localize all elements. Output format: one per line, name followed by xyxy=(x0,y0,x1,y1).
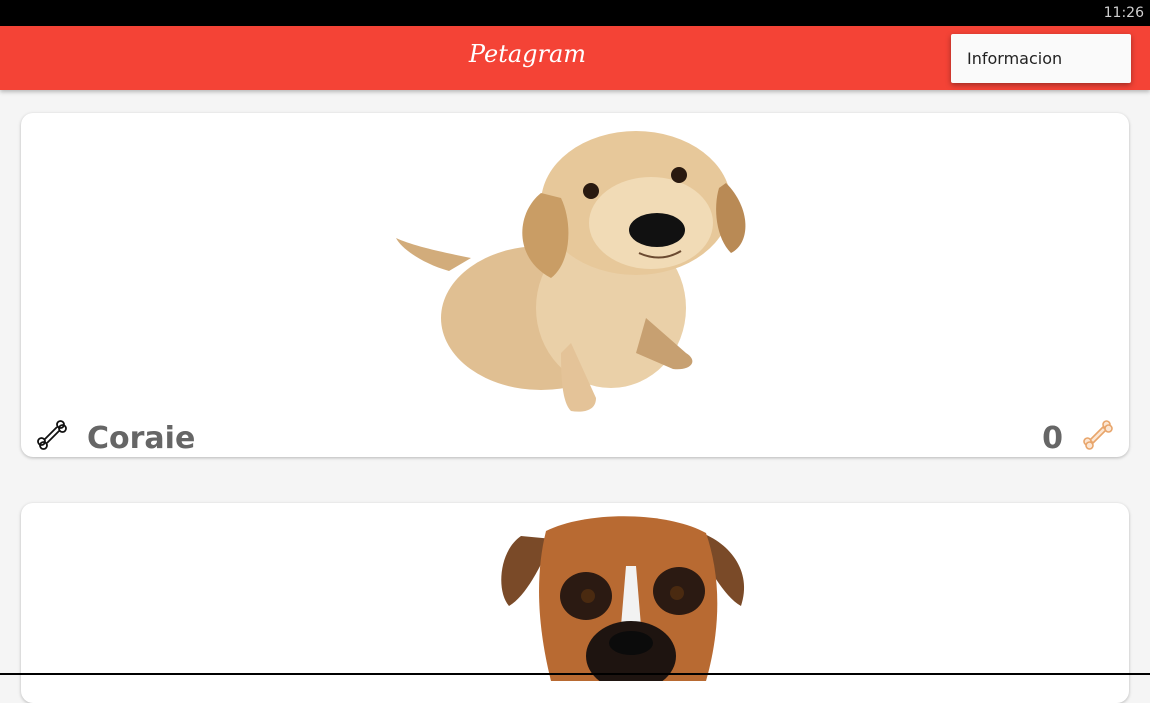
bone-outline-icon[interactable] xyxy=(35,418,69,452)
overflow-menu: Informacion xyxy=(951,34,1131,83)
pet-card: Coraie 0 xyxy=(21,113,1129,457)
like-count: 0 xyxy=(1042,421,1063,456)
pet-photo xyxy=(396,131,746,412)
app-title: Petagram xyxy=(468,40,587,68)
pet-name: Coraie xyxy=(87,421,196,456)
status-time: 11:26 xyxy=(1103,5,1144,21)
menu-item-informacion[interactable]: Informacion xyxy=(951,34,1131,83)
card-footer: Coraie 0 xyxy=(21,413,1129,457)
bone-filled-icon xyxy=(1083,420,1113,450)
status-bar: 11:26 xyxy=(0,0,1150,26)
pet-photo xyxy=(501,516,745,681)
